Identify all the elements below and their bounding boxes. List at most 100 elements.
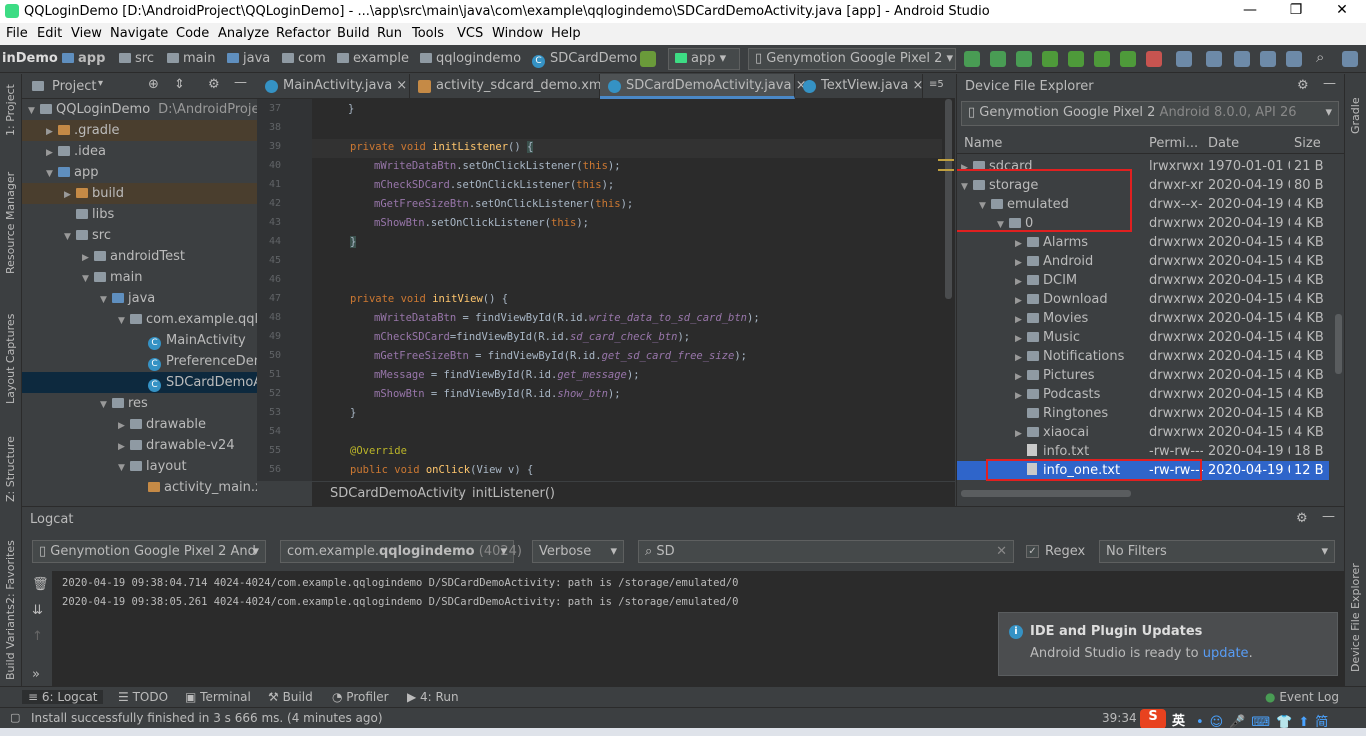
chevron-down-icon[interactable]: ▼ (64, 227, 76, 248)
hide-icon[interactable]: — (1322, 509, 1335, 524)
menu-file[interactable]: File (6, 26, 28, 41)
profile-icon[interactable] (1068, 51, 1084, 67)
tab-run[interactable]: ▶ 4: Run (407, 690, 459, 704)
crumb-example[interactable]: example (337, 51, 409, 66)
minimize-button[interactable]: — (1230, 2, 1270, 18)
layout-inspector-icon[interactable] (1286, 51, 1302, 67)
tree-item-src[interactable]: ▼ src (22, 225, 257, 246)
menu-vcs[interactable]: VCS (457, 26, 483, 41)
chevron-down-icon[interactable]: ▼ (118, 458, 130, 479)
apply-code-icon[interactable] (990, 51, 1006, 67)
layout-captures-tab[interactable]: Layout Captures (4, 314, 17, 404)
chevron-down-icon[interactable]: ▼ (28, 101, 40, 122)
chevron-down-icon[interactable]: ▼ (46, 164, 58, 185)
menu-navigate[interactable]: Navigate (110, 26, 168, 41)
chevron-right-icon[interactable]: ▶ (118, 416, 130, 437)
dfe-scrollbar-thumb[interactable] (1335, 314, 1342, 374)
tree-item-sdcarddemoactivity[interactable]: C SDCardDemoActivity (22, 372, 257, 393)
cursor-position[interactable]: 39:34 (1102, 711, 1137, 725)
tree-item--gradle[interactable]: ▶ .gradle (22, 120, 257, 141)
crumb-sdcarddemo[interactable]: C SDCardDemo (532, 51, 637, 68)
logcat-process-select[interactable]: com.example.qqlogindemo (4024) ▾ (280, 540, 522, 563)
favorites-tab[interactable]: 2: Favorites (4, 540, 17, 604)
dfe-row[interactable]: ▶Podcasts drwxrwx- 2020-04-15 0! 4 KB (957, 385, 1329, 404)
locate-icon[interactable]: ⊕ (148, 77, 159, 92)
menu-view[interactable]: View (71, 26, 102, 41)
update-link[interactable]: update (1203, 646, 1249, 661)
debug-icon[interactable] (1042, 51, 1058, 67)
logcat-filter-select[interactable]: No Filters ▾ (1099, 540, 1335, 563)
dfe-row[interactable]: Ringtones drwxrwx- 2020-04-15 0! 4 KB (957, 404, 1329, 423)
stop-icon[interactable] (1146, 51, 1162, 67)
crumb-qqlogindemo[interactable]: qqlogindemo (420, 51, 521, 66)
hammer-icon[interactable] (640, 51, 656, 67)
chevron-down-icon[interactable]: ▼ (100, 290, 112, 311)
col-size[interactable]: Size (1294, 136, 1321, 151)
menu-analyze[interactable]: Analyze (218, 26, 269, 41)
gear-icon[interactable]: ⚙ (1296, 511, 1308, 526)
scroll-end-icon[interactable]: ⇊ (32, 603, 43, 618)
run-config-select[interactable]: app ▾ (668, 48, 740, 70)
chevron-down-icon[interactable]: ▼ (100, 395, 112, 416)
sync-icon[interactable] (1176, 51, 1192, 67)
logcat-device-select[interactable]: ▯ Genymotion Google Pixel 2 And ▾ (32, 540, 266, 563)
menu-tools[interactable]: Tools (412, 26, 444, 41)
dfe-device-select[interactable]: ▯ Genymotion Google Pixel 2 Android 8.0.… (961, 101, 1339, 126)
chevron-right-icon[interactable]: ▶ (82, 248, 94, 269)
chevron-down-icon[interactable]: ▼ (82, 269, 94, 290)
attach-debugger-icon[interactable] (1120, 51, 1136, 67)
search-icon[interactable]: ⌕ (1316, 48, 1332, 66)
tree-item-mainactivity[interactable]: C MainActivity (22, 330, 257, 351)
tree-item-com-example-qqlogindemo[interactable]: ▼ com.example.qqlogindemo (22, 309, 257, 330)
update-notification[interactable]: i IDE and Plugin Updates Android Studio … (998, 612, 1338, 676)
tab-sdcarddemoactivity[interactable]: SDCardDemoActivity.java × (600, 74, 806, 99)
dfe-row[interactable]: ▶Download drwxrwx- 2020-04-15 0! 4 KB (957, 290, 1329, 309)
col-date[interactable]: Date (1208, 136, 1239, 151)
close-button[interactable]: ✕ (1322, 2, 1362, 18)
tab-terminal[interactable]: ▣ Terminal (185, 690, 251, 704)
tab-logcat[interactable]: ≡ 6: Logcat (22, 690, 104, 704)
crumb-app[interactable]: app (62, 51, 105, 66)
tree-item-layout[interactable]: ▼ layout (22, 456, 257, 477)
col-name[interactable]: Name (964, 136, 1002, 151)
menu-edit[interactable]: Edit (37, 26, 62, 41)
expand-icon[interactable]: » (32, 667, 40, 682)
crumb-main[interactable]: main (167, 51, 215, 66)
chevron-right-icon[interactable]: ▶ (64, 185, 76, 206)
crumb-com[interactable]: com (282, 51, 326, 66)
gear-icon[interactable]: ⚙ (1297, 78, 1309, 93)
tab-textview[interactable]: TextView.java × (795, 74, 923, 99)
hide-icon[interactable]: — (1323, 76, 1336, 91)
account-icon[interactable] (1342, 51, 1358, 67)
dfe-row[interactable]: ▶Movies drwxrwx- 2020-04-15 0! 4 KB (957, 309, 1329, 328)
chevron-right-icon[interactable]: ▶ (118, 437, 130, 458)
gear-icon[interactable]: ⚙ (208, 77, 220, 92)
menu-build[interactable]: Build (337, 26, 370, 41)
scrollbar-thumb[interactable] (945, 99, 952, 299)
dfe-row[interactable]: ▶Android drwxrwx- 2020-04-15 0! 4 KB (957, 252, 1329, 271)
chevron-down-icon[interactable]: ▾ (98, 78, 103, 89)
menu-window[interactable]: Window (492, 26, 543, 41)
project-panel-title[interactable]: Project (52, 79, 96, 94)
device-file-explorer-tab[interactable]: Device File Explorer (1349, 563, 1362, 672)
dfe-row[interactable]: ▶Notifications drwxrwx- 2020-04-15 0! 4 KB (957, 347, 1329, 366)
arrow-up-icon[interactable]: ↑ (32, 629, 43, 644)
crumb-java[interactable]: java (227, 51, 270, 66)
tree-item--idea[interactable]: ▶ .idea (22, 141, 257, 162)
logcat-search-input[interactable]: ⌕ SD ✕ (638, 540, 1014, 563)
project-tool-tab[interactable]: 1: Project (4, 84, 17, 136)
chevron-down-icon[interactable]: ▼ (118, 311, 130, 332)
tree-item-libs[interactable]: libs (22, 204, 257, 225)
ime-language[interactable]: 英 (1172, 710, 1185, 729)
project-structure-icon[interactable] (1260, 51, 1276, 67)
tree-item-qqlogindemo[interactable]: ▼ QQLoginDemo D:\AndroidProject\QQLoginDem… (22, 99, 257, 120)
gradle-tab[interactable]: Gradle (1349, 97, 1362, 134)
tab-overflow[interactable]: ≡5 (929, 79, 944, 90)
dfe-row[interactable]: ▶Alarms drwxrwx- 2020-04-15 0! 4 KB (957, 233, 1329, 252)
tree-item-activity-main-xml[interactable]: activity_main.xml (22, 477, 257, 498)
dfe-row[interactable]: ▶xiaocai drwxrwx- 2020-04-15 0! 4 KB (957, 423, 1329, 442)
chevron-right-icon[interactable]: ▶ (46, 143, 58, 164)
menu-help[interactable]: Help (551, 26, 581, 41)
hide-icon[interactable]: — (234, 75, 247, 90)
tab-todo[interactable]: ☰ TODO (118, 690, 168, 704)
